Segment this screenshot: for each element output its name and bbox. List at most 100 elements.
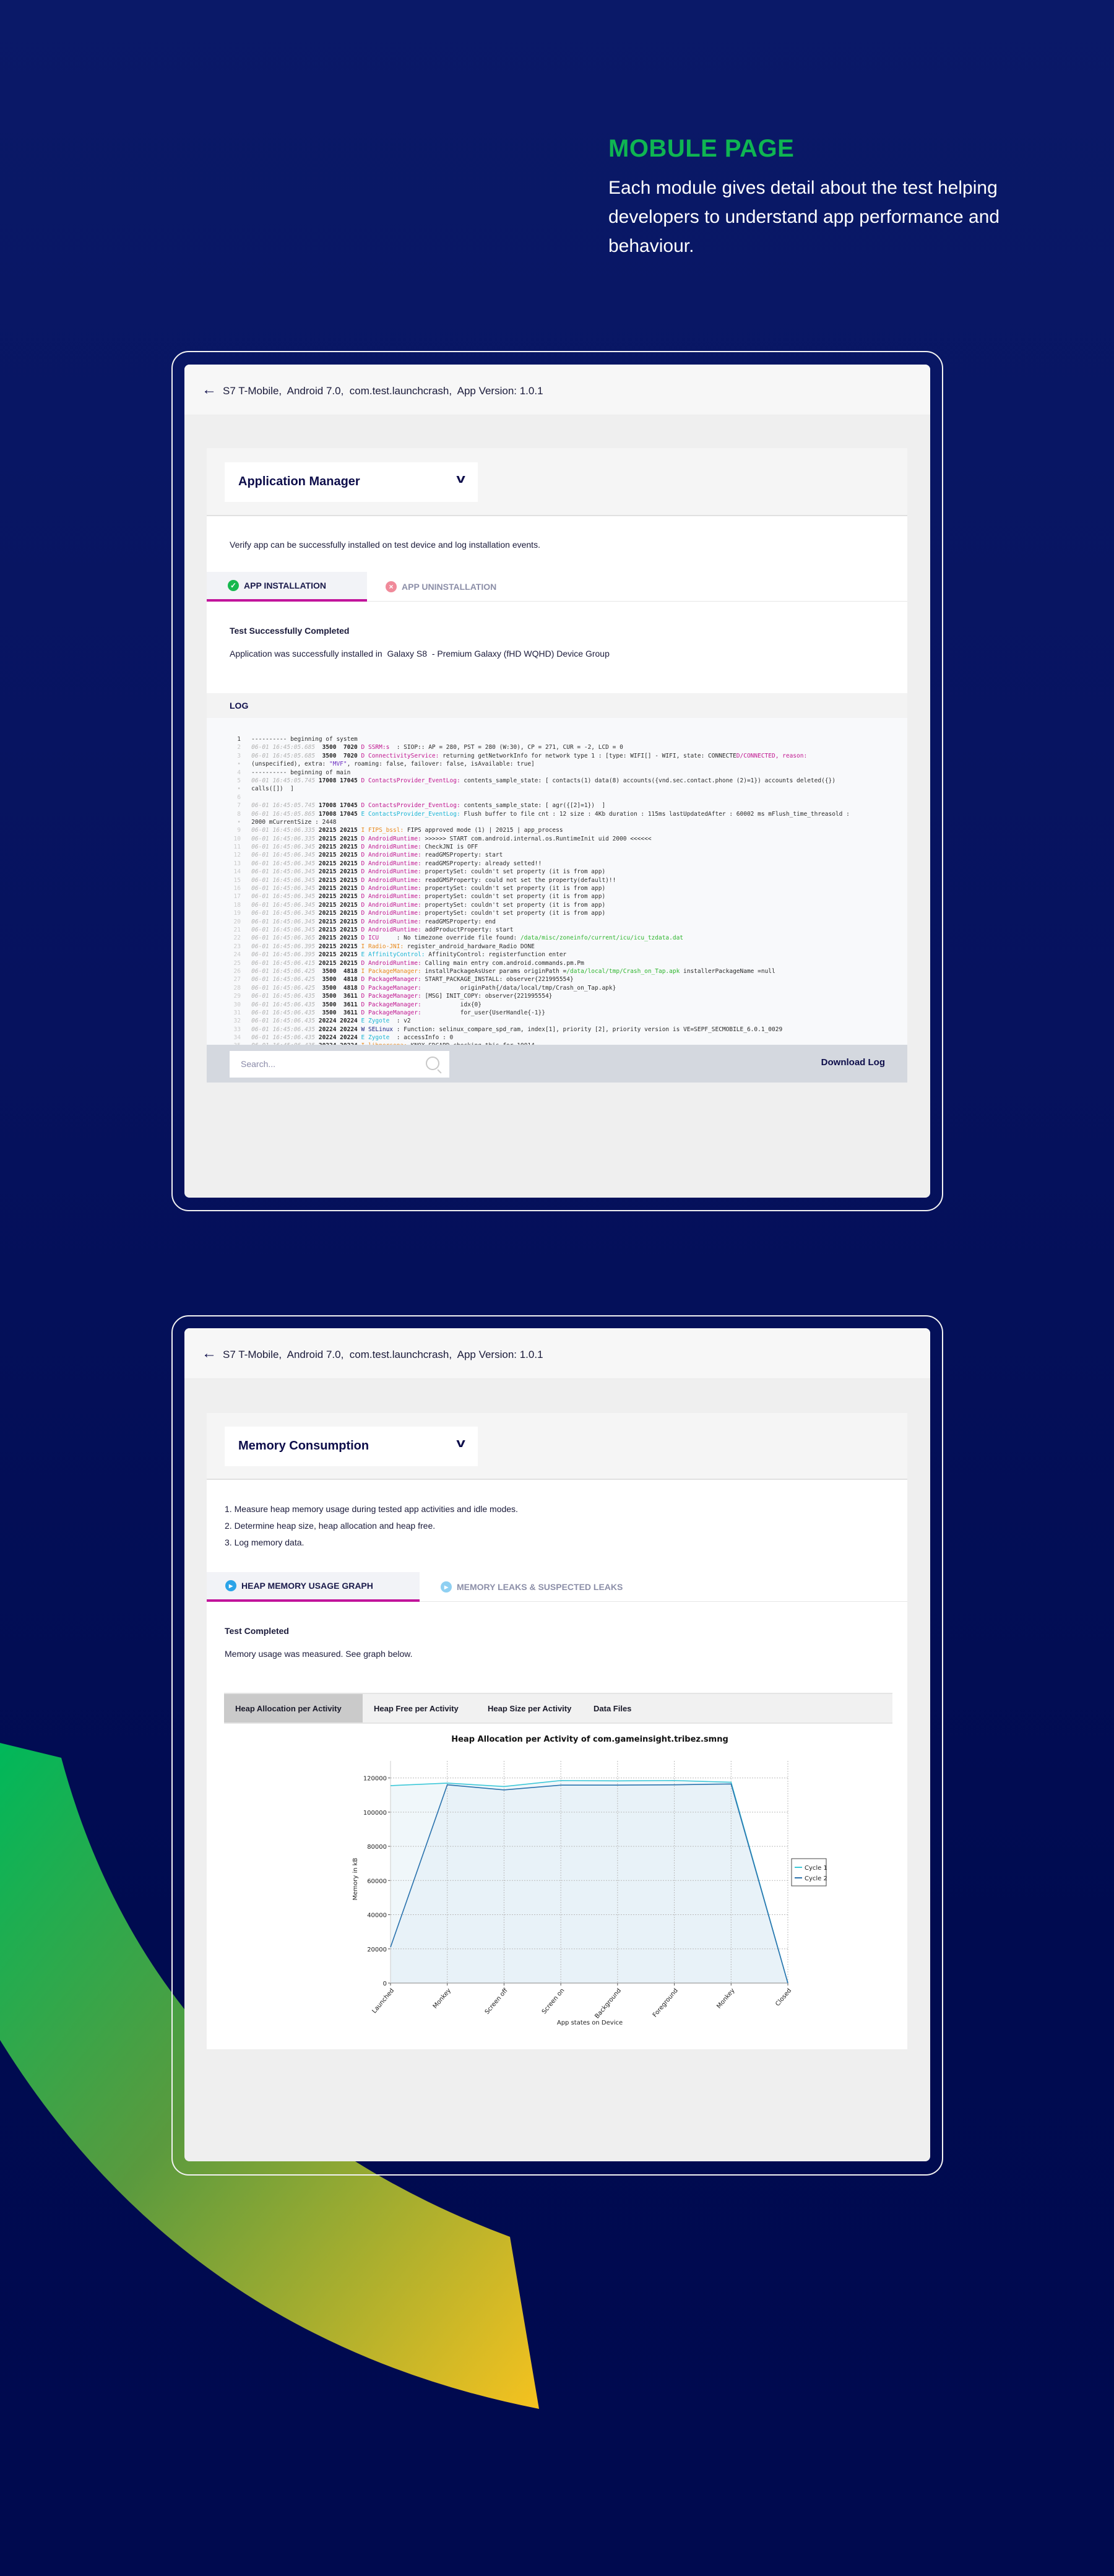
log-tag: ICU xyxy=(368,935,397,942)
log-gap xyxy=(241,893,251,900)
log-message: register_android_hardware_Radio DONE xyxy=(404,943,535,950)
log-tag: ContactsProvider_EventLog: xyxy=(368,810,460,818)
y-tick-label: 0 xyxy=(383,1981,387,1987)
log-timestamp: 06-01 16:45:06.415 xyxy=(251,959,316,967)
download-log-button[interactable]: Download Log xyxy=(821,1057,885,1068)
log-timestamp: 06-01 16:45:06.435 xyxy=(251,1026,316,1033)
log-tag: FIPS_bssl: xyxy=(368,827,404,834)
log-message: readGMSProperty: start xyxy=(421,852,503,859)
result-text: Memory usage was measured. See graph bel… xyxy=(225,1649,413,1659)
log-line: 21 06-01 16:45:06.345 20215 20215 D Andr… xyxy=(207,926,907,934)
log-gap xyxy=(241,827,251,834)
log-line: • calls([]) ] xyxy=(207,785,907,793)
log-gap xyxy=(241,985,251,992)
log-message: [MSG] INIT_COPY: observer{221995554} xyxy=(421,993,553,1000)
log-message: propertySet: couldn't set property (it i… xyxy=(421,893,606,901)
log-pid: 17008 17045 xyxy=(315,810,358,818)
log-message: : No timezone override file found: xyxy=(396,935,520,942)
log-gap xyxy=(241,1001,251,1008)
log-timestamp: 06-01 16:45:06.425 xyxy=(251,976,316,983)
log-header: LOG xyxy=(207,693,907,718)
search-icon[interactable] xyxy=(426,1057,439,1070)
log-line: 15 06-01 16:45:06.345 20215 20215 D Andr… xyxy=(207,876,907,884)
tab-app-uninstallation[interactable]: × APP UNINSTALLATION xyxy=(367,572,553,602)
log-gap xyxy=(241,1009,251,1016)
log-timestamp: 06-01 16:45:06.435 xyxy=(251,993,316,1000)
log-line: 4 ---------- beginning of main xyxy=(207,769,907,777)
y-tick-label: 120000 xyxy=(363,1776,387,1783)
log-gap xyxy=(241,1026,251,1033)
tab-memory-leaks[interactable]: ▸ MEMORY LEAKS & SUSPECTED LEAKS xyxy=(420,1572,667,1602)
log-message: Flush buffer to file cnt : 12 size : 4Kb… xyxy=(460,810,850,818)
log-message: : SIOP:: AP = 280, PST = 280 (W:30), CP … xyxy=(389,744,623,751)
module-dropdown[interactable]: Memory Consumption v xyxy=(225,1427,478,1466)
log-gap xyxy=(241,935,251,941)
log-tag: AndroidRuntime: xyxy=(368,860,421,867)
log-line: 30 06-01 16:45:06.435 3500 3611 D Packag… xyxy=(207,1001,907,1009)
log-timestamp: 06-01 16:45:06.345 xyxy=(251,918,316,925)
log-line-number: 6 xyxy=(237,793,241,801)
subtab-heap-size[interactable]: Heap Size per Activity xyxy=(477,1694,582,1722)
subtab-data-files[interactable]: Data Files xyxy=(582,1694,642,1722)
log-line-number: 7 xyxy=(237,802,241,810)
back-arrow-icon[interactable]: ← xyxy=(202,383,217,397)
log-search-input[interactable]: Search... xyxy=(230,1051,449,1078)
module-selector-area: Memory Consumption v xyxy=(207,1413,907,1480)
log-pid: 20215 20215 xyxy=(315,943,358,950)
log-message: returning getNetworkInfo for network typ… xyxy=(439,752,736,759)
log-message: contents_sample_state: [ contacts(1) dat… xyxy=(460,777,836,784)
subtab-heap-allocation[interactable]: Heap Allocation per Activity xyxy=(224,1694,363,1722)
log-pid: 20224 20224 xyxy=(315,1018,358,1025)
module-dropdown[interactable]: Application Manager v xyxy=(225,462,478,502)
tab-label: APP INSTALLATION xyxy=(244,581,326,590)
log-pid: 20215 20215 xyxy=(315,926,358,933)
log-pid: 20215 20215 xyxy=(315,901,358,909)
log-pid: 20215 20215 xyxy=(315,893,358,901)
log-line-number: 21 xyxy=(233,926,241,933)
log-timestamp: 06-01 16:45:05.685 xyxy=(251,752,316,759)
subtab-heap-free[interactable]: Heap Free per Activity xyxy=(363,1694,470,1722)
log-message: readGMSProperty: end xyxy=(421,918,496,925)
log-pid: 20215 20215 xyxy=(315,885,358,893)
x-tick-label: Monkey xyxy=(432,1987,452,2010)
log-pid: 20215 20215 xyxy=(315,860,358,867)
back-arrow-icon[interactable]: ← xyxy=(202,1346,217,1361)
tab-label: APP UNINSTALLATION xyxy=(402,582,497,592)
x-tick-label: Launched xyxy=(371,1987,396,2015)
log-gap xyxy=(241,769,251,776)
log-line: 16 06-01 16:45:06.345 20215 20215 D Andr… xyxy=(207,884,907,893)
log-message: idx{0} xyxy=(421,1001,481,1008)
log-timestamp: 06-01 16:45:05.865 xyxy=(251,810,316,818)
log-message: FIPS approved mode (1) | 20215 | app_pro… xyxy=(404,827,563,834)
log-tag: PackageManager: xyxy=(368,1009,421,1016)
log-tag: AndroidRuntime: xyxy=(368,876,421,884)
log-pid: 3500 3611 xyxy=(315,993,358,1000)
log-gap xyxy=(241,993,251,1000)
device-info: S7 T-Mobile, Android 7.0, com.test.launc… xyxy=(223,1349,543,1360)
tab-app-installation[interactable]: ✓ APP INSTALLATION xyxy=(207,572,367,602)
log-tag: SSRM:s xyxy=(368,744,390,751)
log-highlight: /data/local/tmp/Crash_on_Tap.apk xyxy=(566,967,680,975)
log-tag: PackageManager: xyxy=(368,1001,421,1008)
log-pid: 3500 7020 xyxy=(315,744,358,751)
tab-heap-memory-usage-graph[interactable]: ▸ HEAP MEMORY USAGE GRAPH xyxy=(207,1572,420,1602)
header-bar: ← S7 T-Mobile, Android 7.0, com.test.lau… xyxy=(184,1328,930,1379)
log-message: contents_sample_state: [ agr({[2]=1}) ] xyxy=(460,802,606,810)
log-message: 2000 mCurrentSize : 2448 xyxy=(251,818,337,826)
legend-label: Cycle 2 xyxy=(805,1875,827,1882)
log-tag: SELinux xyxy=(368,1026,394,1033)
log-line-number: 3 xyxy=(237,752,241,759)
log-line: 25 06-01 16:45:06.415 20215 20215 D Andr… xyxy=(207,959,907,967)
log-line: 6 xyxy=(207,793,907,802)
log-gap xyxy=(241,927,251,933)
log-tag: ConnectivityService: xyxy=(368,752,439,759)
log-line: 17 06-01 16:45:06.345 20215 20215 D Andr… xyxy=(207,893,907,901)
log-pid: 3500 4818 xyxy=(315,984,358,992)
log-viewer[interactable]: 1 ---------- beginning of system 2 06-01 … xyxy=(207,718,907,1045)
log-line: 10 06-01 16:45:06.335 20215 20215 D Andr… xyxy=(207,835,907,843)
log-timestamp: 06-01 16:45:06.345 xyxy=(251,893,316,901)
log-line: 13 06-01 16:45:06.345 20215 20215 D Andr… xyxy=(207,860,907,868)
log-line-number: • xyxy=(237,818,241,826)
log-timestamp: 06-01 16:45:06.435 xyxy=(251,1001,316,1008)
log-line-number: 22 xyxy=(233,935,241,942)
